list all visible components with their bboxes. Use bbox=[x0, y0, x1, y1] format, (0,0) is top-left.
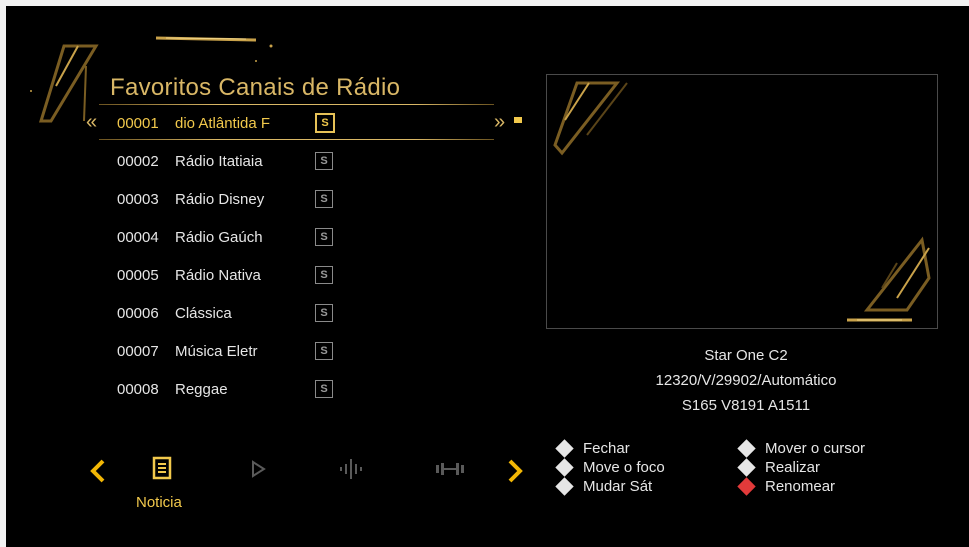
satellite-badge: S bbox=[315, 152, 333, 170]
navigation-key-icon bbox=[555, 439, 574, 458]
nav-left-icon[interactable] bbox=[88, 458, 106, 484]
channel-number: 00007 bbox=[117, 343, 159, 360]
ok-key-icon bbox=[737, 458, 756, 477]
channel-name: Reggae bbox=[175, 381, 228, 398]
satellite-badge: S bbox=[315, 228, 333, 246]
navigation-key-icon bbox=[555, 477, 574, 496]
active-tab-label: Noticia bbox=[136, 494, 182, 511]
channel-number: 00008 bbox=[117, 381, 159, 398]
title-separator bbox=[99, 104, 494, 105]
satellite-badge: S bbox=[315, 380, 333, 398]
channel-number: 00001 bbox=[117, 115, 159, 132]
channel-name: Música Eletr bbox=[175, 343, 258, 360]
tv-screen: Favoritos Canais de Rádio « 00001 dio At… bbox=[6, 6, 969, 547]
channel-name: dio Atlântida F bbox=[175, 115, 271, 132]
satellite-badge: S bbox=[315, 266, 333, 284]
preview-ornament-top-left bbox=[553, 81, 628, 156]
scroll-position-marker bbox=[514, 117, 522, 123]
channel-name: Rádio Itatiaia bbox=[175, 153, 263, 170]
preview-window bbox=[546, 74, 938, 329]
channel-number: 00002 bbox=[117, 153, 159, 170]
dumbbell-icon[interactable] bbox=[435, 461, 465, 477]
channel-name: Rádio Disney bbox=[175, 191, 265, 208]
play-icon[interactable] bbox=[250, 460, 266, 478]
list-item[interactable]: 00002 Rádio Itatiaia S bbox=[100, 146, 500, 176]
channel-name: Rádio Nativa bbox=[175, 267, 261, 284]
red-key-icon bbox=[737, 477, 756, 496]
list-item[interactable]: 00008 Reggae S bbox=[100, 374, 500, 404]
satellite-name: Star One C2 bbox=[704, 347, 788, 364]
channel-name: Clássica bbox=[175, 305, 232, 322]
satellite-badge: S bbox=[315, 304, 333, 322]
satellite-badge: S bbox=[315, 113, 335, 133]
channel-number: 00005 bbox=[117, 267, 159, 284]
navigation-key-icon bbox=[737, 439, 756, 458]
list-item[interactable]: 00004 Rádio Gaúch S bbox=[100, 222, 500, 252]
nav-right-icon[interactable] bbox=[507, 458, 525, 484]
list-item[interactable]: 00005 Rádio Nativa S bbox=[100, 260, 500, 290]
list-item[interactable]: 00003 Rádio Disney S bbox=[100, 184, 500, 214]
selection-separator bbox=[99, 139, 494, 140]
satellite-badge: S bbox=[315, 342, 333, 360]
news-icon[interactable] bbox=[152, 456, 172, 480]
channel-name: Rádio Gaúch bbox=[175, 229, 263, 246]
channel-number: 00004 bbox=[117, 229, 159, 246]
list-item-selected[interactable]: « 00001 dio Atlântida F S » bbox=[86, 108, 522, 138]
satellite-badge: S bbox=[315, 190, 333, 208]
pid-info: S165 V8191 A1511 bbox=[681, 397, 811, 414]
navigation-key-icon bbox=[555, 458, 574, 477]
page-title: Favoritos Canais de Rádio bbox=[110, 74, 401, 101]
list-item[interactable]: 00007 Música Eletr S bbox=[100, 336, 500, 366]
list-item[interactable]: 00006 Clássica S bbox=[100, 298, 500, 328]
channel-number: 00006 bbox=[117, 305, 159, 322]
audio-wave-icon[interactable] bbox=[338, 456, 364, 482]
channel-number: 00003 bbox=[117, 191, 159, 208]
preview-ornament-bottom-right bbox=[847, 236, 931, 322]
page-right-icon[interactable]: » bbox=[494, 111, 505, 134]
transponder-info: 12320/V/29902/Automático bbox=[655, 372, 837, 389]
page-left-icon[interactable]: « bbox=[86, 111, 97, 134]
